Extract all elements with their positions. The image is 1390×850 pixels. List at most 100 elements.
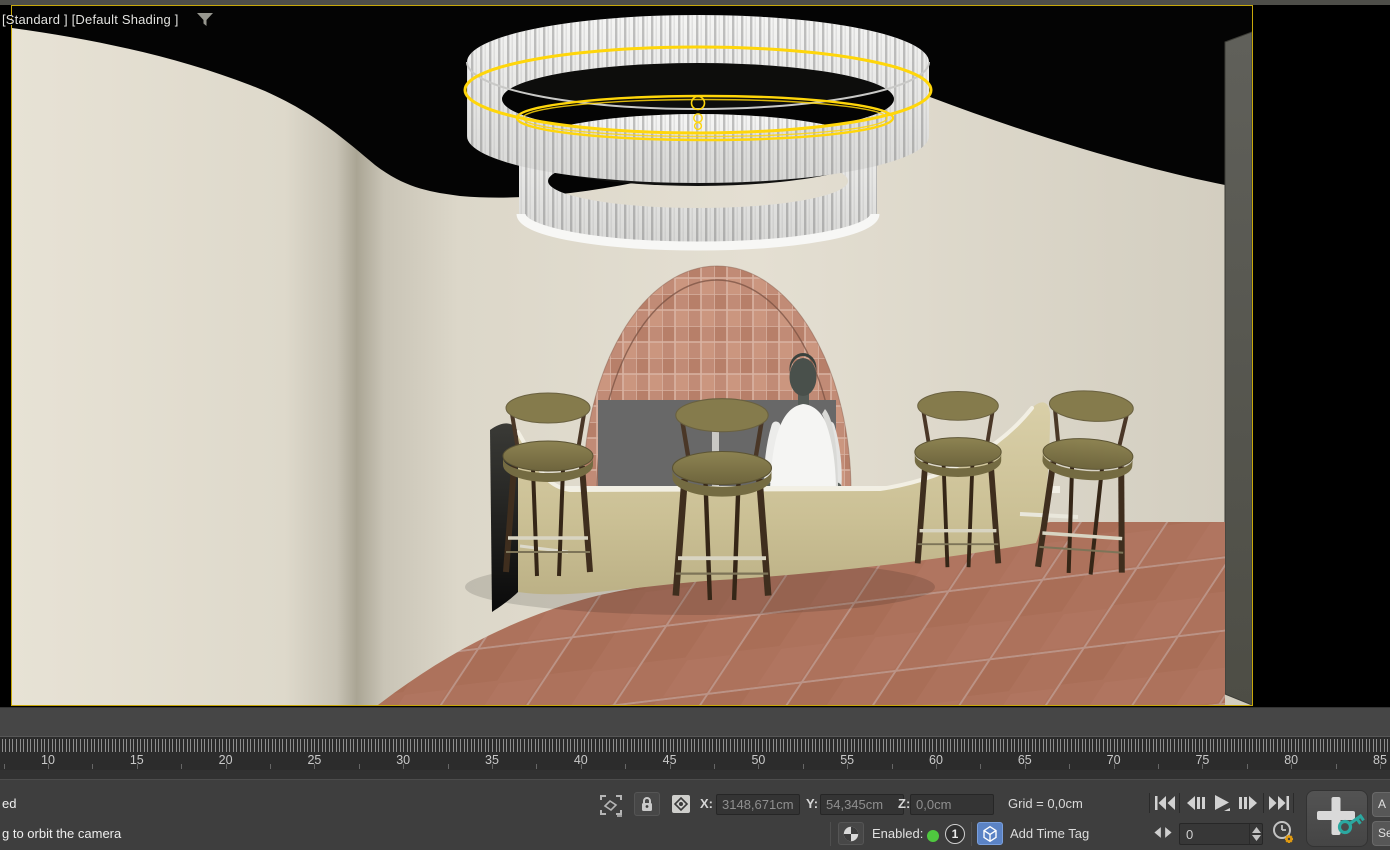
- y-coordinate-field[interactable]: 54,345cm: [820, 794, 904, 815]
- frame-tick: [801, 739, 802, 752]
- selection-lock-button[interactable]: [634, 792, 660, 816]
- frame-tick: [1195, 739, 1196, 752]
- frame-tick: [279, 739, 280, 752]
- frame-tick: [1163, 739, 1164, 752]
- spinner-up-icon: [1252, 827, 1261, 833]
- go-to-start-icon: [1153, 795, 1177, 811]
- go-to-start-button[interactable]: [1151, 792, 1178, 814]
- frame-tick: [1213, 739, 1214, 752]
- frame-tick: [1057, 739, 1058, 752]
- frame-tick: [925, 739, 926, 752]
- frame-tick: [126, 739, 127, 752]
- frame-tick: [1082, 739, 1083, 752]
- x-coordinate-field[interactable]: 3148,671cm: [716, 794, 800, 815]
- frame-tick: [734, 739, 735, 752]
- isolate-selection-icon[interactable]: [598, 793, 624, 817]
- set-key-button[interactable]: Se: [1372, 821, 1390, 846]
- frame-tick: [442, 739, 443, 752]
- frame-tick: [272, 739, 273, 752]
- play-button[interactable]: [1208, 792, 1235, 814]
- frame-tick: [876, 739, 877, 752]
- frame-tick-minor: [92, 764, 93, 769]
- selection-count-badge[interactable]: 1: [945, 824, 965, 844]
- frame-tick: [94, 739, 95, 752]
- frame-tick: [769, 739, 770, 752]
- timeline-frame-label: 50: [751, 753, 765, 767]
- frame-tick-minor: [359, 764, 360, 769]
- frame-tick: [30, 739, 31, 752]
- frame-tick: [91, 739, 92, 752]
- frame-tick: [826, 739, 827, 752]
- separator: [1179, 793, 1180, 813]
- frame-tick: [332, 739, 333, 752]
- frame-tick: [1387, 739, 1388, 752]
- current-frame-spinner[interactable]: 0: [1179, 823, 1263, 845]
- frame-tick: [748, 739, 749, 752]
- frame-tick: [496, 739, 497, 752]
- frame-tick: [996, 739, 997, 752]
- frame-tick: [1277, 739, 1278, 752]
- frame-tick: [1217, 739, 1218, 752]
- frame-tick: [606, 739, 607, 752]
- y-coordinate-label: Y:: [806, 796, 818, 811]
- frame-tick: [620, 739, 621, 752]
- frame-tick: [1210, 739, 1211, 752]
- frame-tick: [1092, 739, 1093, 752]
- frame-tick: [829, 739, 830, 752]
- time-tag-button[interactable]: [977, 822, 1003, 845]
- time-slider-track[interactable]: [0, 707, 1390, 736]
- frame-tick: [904, 739, 905, 752]
- frame-tick: [474, 739, 475, 752]
- frame-tick: [208, 739, 209, 752]
- frame-tick: [929, 739, 930, 752]
- frame-tick: [1007, 739, 1008, 752]
- frame-tick: [499, 739, 500, 752]
- frame-tick: [268, 739, 269, 752]
- frame-tick: [282, 739, 283, 752]
- frame-tick: [439, 739, 440, 752]
- viewport-canvas[interactable]: [12, 6, 1252, 705]
- frame-tick: [1309, 739, 1310, 752]
- frame-tick-minor: [270, 764, 271, 769]
- frame-tick: [1064, 739, 1065, 752]
- frame-tick: [190, 739, 191, 752]
- wall-pillar[interactable]: [1225, 32, 1252, 705]
- frame-tick: [250, 739, 251, 752]
- frame-tick: [1249, 739, 1250, 752]
- absolute-offset-toggle-icon[interactable]: [670, 794, 692, 814]
- filter-funnel-icon[interactable]: [196, 12, 214, 28]
- time-configuration-icon[interactable]: [1272, 820, 1296, 846]
- frame-tick: [794, 739, 795, 752]
- frame-tick: [378, 739, 379, 752]
- frame-tick: [567, 739, 568, 752]
- frame-tick: [847, 739, 848, 752]
- go-to-end-button[interactable]: [1265, 792, 1292, 814]
- frame-spinner-arrows[interactable]: [1249, 824, 1262, 844]
- timeline-frame-label: 35: [485, 753, 499, 767]
- frame-tick: [1128, 739, 1129, 752]
- frame-tick: [428, 739, 429, 752]
- frame-tick: [172, 739, 173, 752]
- track-bar[interactable]: 10152025303540455055606570758085: [0, 736, 1390, 770]
- key-mode-toggle-icon[interactable]: [1152, 825, 1174, 840]
- frame-tick: [520, 739, 521, 752]
- prompt-line: g to orbit the camera: [2, 826, 121, 841]
- frame-tick: [215, 739, 216, 752]
- viewport-shading-label[interactable]: [Standard ] [Default Shading ]: [2, 12, 179, 27]
- timeline-frame-label: 25: [307, 753, 321, 767]
- frame-tick: [535, 739, 536, 752]
- z-coordinate-field[interactable]: 0,0cm: [910, 794, 994, 815]
- frame-tick: [41, 739, 42, 752]
- enabled-label: Enabled:: [872, 826, 923, 841]
- set-keys-button[interactable]: [1306, 790, 1368, 847]
- frame-tick-minor: [803, 764, 804, 769]
- frame-tick: [59, 739, 60, 752]
- frame-tick: [989, 739, 990, 752]
- perspective-viewport[interactable]: [11, 5, 1253, 706]
- frame-tick: [233, 739, 234, 752]
- adaptive-degradation-button[interactable]: [838, 822, 864, 845]
- next-frame-button[interactable]: [1235, 792, 1262, 814]
- previous-frame-button[interactable]: [1181, 792, 1208, 814]
- add-time-tag-label[interactable]: Add Time Tag: [1010, 826, 1089, 841]
- auto-key-button[interactable]: A: [1372, 792, 1390, 817]
